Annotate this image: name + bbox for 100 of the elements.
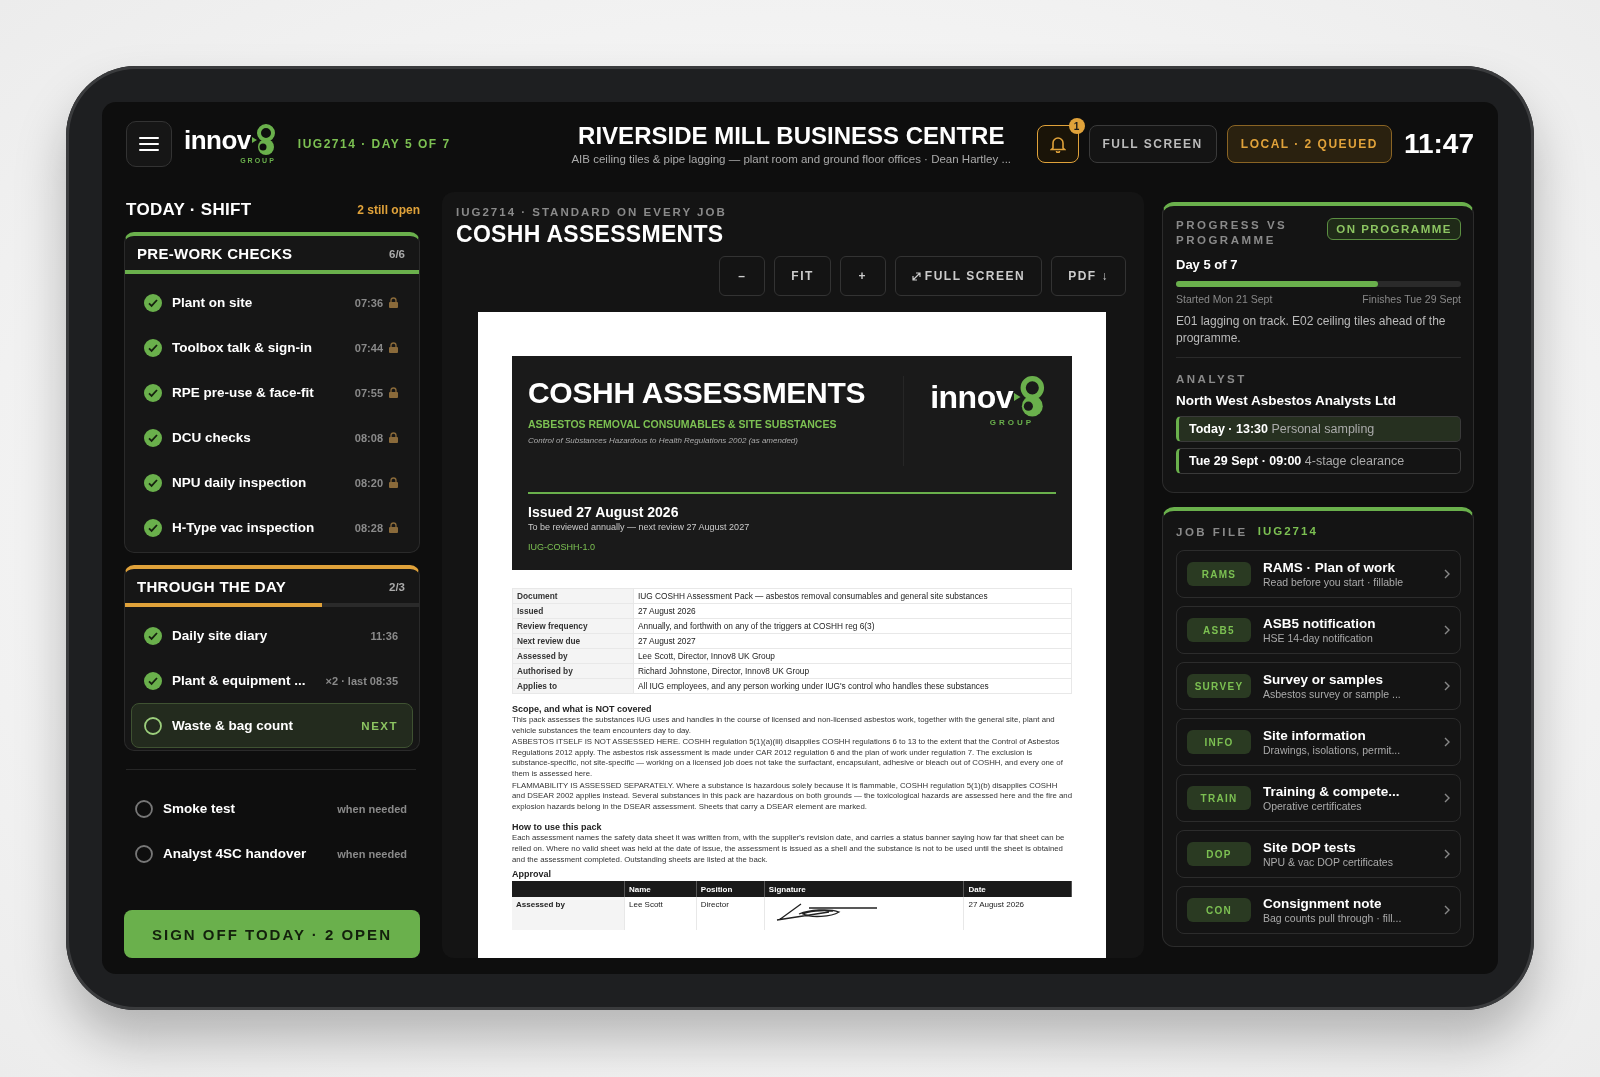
chevron-icon bbox=[1444, 849, 1450, 859]
table-cell: 27 August 2027 bbox=[633, 633, 1072, 649]
file-tag: DOP bbox=[1187, 842, 1251, 866]
checklist-item[interactable]: Toolbox talk & sign-in 07:44 bbox=[131, 325, 413, 370]
status-badge: ON PROGRAMME bbox=[1327, 218, 1461, 240]
column-header: Name bbox=[624, 881, 697, 898]
file-item[interactable]: INFO Site information Drawings, isolations, permit... bbox=[1176, 718, 1461, 766]
file-title: Survey or samples bbox=[1263, 672, 1385, 687]
file-subtitle: Operative certificates bbox=[1263, 800, 1363, 812]
file-subtitle: Bag counts pull through · fill... bbox=[1263, 912, 1403, 924]
document-code: IUG-COSHH-1.0 bbox=[528, 542, 596, 552]
file-title: Training & compete... bbox=[1263, 784, 1401, 799]
file-subtitle: Read before you start · fillable bbox=[1263, 576, 1405, 588]
chevron-icon bbox=[1444, 569, 1450, 579]
file-tag: ASB5 bbox=[1187, 618, 1251, 642]
checklist-item[interactable]: Plant on site 07:36 bbox=[131, 280, 413, 325]
file-item[interactable]: ASB5 ASB5 notification HSE 14-day notification bbox=[1176, 606, 1461, 654]
section-heading: Approval bbox=[512, 869, 552, 880]
table-cell: 27 August 2026 bbox=[963, 897, 1072, 931]
viewer-title: COSHH ASSESSMENTS bbox=[456, 221, 725, 248]
table-cell: Assessed by bbox=[512, 897, 625, 931]
file-item[interactable]: DOP Site DOP tests NPU & vac DOP certificates bbox=[1176, 830, 1461, 878]
chevron-icon bbox=[1444, 793, 1450, 803]
column-header: Signature bbox=[764, 881, 964, 898]
table-cell: 27 August 2026 bbox=[633, 603, 1072, 619]
logo-wordmark: innov bbox=[930, 381, 1013, 413]
table-cell: IUG COSHH Assessment Pack — asbestos removal consumables and general site substances bbox=[633, 588, 1072, 604]
job-reference: IUG2714 · DAY 5 OF 7 bbox=[297, 137, 451, 151]
file-item[interactable]: RAMS RAMS · Plan of work Read before you start · fillable bbox=[1176, 550, 1461, 598]
analyst-title: ANALYST bbox=[1176, 372, 1248, 387]
checklist-item[interactable]: Waste & bag count NEXT bbox=[131, 703, 413, 748]
sync-status-button[interactable]: LOCAL · 2 QUEUED bbox=[1226, 125, 1392, 163]
chevron-icon bbox=[1444, 737, 1450, 747]
file-title: ASB5 notification bbox=[1263, 616, 1377, 631]
chevron-icon bbox=[1444, 681, 1450, 691]
progress-title: PROGRESS VS PROGRAMME bbox=[1176, 218, 1289, 248]
table-cell: Lee Scott bbox=[624, 897, 697, 931]
toolbar-button[interactable]: PDF ↓ bbox=[1051, 256, 1126, 296]
file-subtitle: Asbestos survey or sample ... bbox=[1263, 688, 1402, 700]
checklist-item[interactable]: Smoke test when needed bbox=[126, 786, 416, 831]
table-cell: Lee Scott, Director, Innov8 UK Group bbox=[633, 648, 1072, 664]
file-tag: CON bbox=[1187, 898, 1251, 922]
file-tag: RAMS bbox=[1187, 562, 1251, 586]
section-heading: Scope, and what is NOT covered bbox=[512, 704, 653, 714]
sign-off-button[interactable]: SIGN OFF TODAY · 2 OPEN bbox=[124, 910, 420, 958]
table-cell: Annually, and forthwith on any of the triggers at COSHH reg 6(3) bbox=[633, 618, 1072, 634]
visit-item[interactable]: Tue 29 Sept · 09:00 4-stage clearance bbox=[1176, 448, 1461, 474]
file-title: Site information bbox=[1263, 728, 1367, 743]
checklist-item[interactable]: Plant & equipment ... ×2 · last 08:35 bbox=[131, 658, 413, 703]
checklist-item[interactable]: Analyst 4SC handover when needed bbox=[126, 831, 416, 876]
toolbar-button[interactable]: FIT bbox=[774, 256, 831, 296]
job-file-reference: IUG2714 bbox=[1257, 525, 1318, 539]
file-title: Consignment note bbox=[1263, 896, 1383, 911]
file-item[interactable]: SURVEY Survey or samples Asbestos survey or sample ... bbox=[1176, 662, 1461, 710]
logo-mark-icon bbox=[251, 124, 278, 156]
full-screen-button[interactable]: FULL SCREEN bbox=[1088, 125, 1217, 163]
job-file-title: JOB FILE bbox=[1176, 525, 1248, 540]
file-tag: SURVEY bbox=[1187, 674, 1251, 698]
group-count: 6/6 bbox=[389, 247, 405, 260]
checklist-item[interactable]: NPU daily inspection 08:20 bbox=[131, 460, 413, 505]
file-subtitle: NPU & vac DOP certificates bbox=[1263, 856, 1394, 868]
expand-icon bbox=[911, 271, 921, 281]
finish-date: Finishes Tue 29 Sept bbox=[1362, 293, 1461, 305]
open-count: 2 still open bbox=[357, 203, 420, 217]
group-title: PRE-WORK CHECKS bbox=[137, 245, 293, 262]
bell-icon bbox=[1049, 135, 1066, 153]
group-count: 2/3 bbox=[389, 580, 405, 593]
checklist-item[interactable]: DCU checks 08:08 bbox=[131, 415, 413, 460]
table-cell: Richard Johnstone, Director, Innov8 UK Group bbox=[633, 663, 1072, 679]
regulation-note: Control of Substances Hazardous to Health Regulations 2002 (as amended) bbox=[528, 436, 799, 445]
table-cell: Director bbox=[696, 897, 765, 931]
group-title: THROUGH THE DAY bbox=[137, 578, 286, 595]
checklist-item[interactable]: RPE pre-use & face-fit 07:55 bbox=[131, 370, 413, 415]
column-header: Position bbox=[696, 881, 765, 898]
visit-item[interactable]: Today · 13:30 Personal sampling bbox=[1176, 416, 1461, 442]
toolbar-button[interactable]: – bbox=[719, 256, 766, 296]
start-date: Started Mon 21 Sept bbox=[1176, 293, 1273, 305]
table-cell: All IUG employees, and any person working under IUG's control who handles these substances bbox=[633, 678, 1072, 694]
logo-wordmark: innov bbox=[184, 127, 251, 153]
notification-badge: 1 bbox=[1068, 118, 1085, 134]
document-subtitle: ASBESTOS REMOVAL CONSUMABLES & SITE SUBSTANCES bbox=[528, 418, 838, 430]
site-title: RIVERSIDE MILL BUSINESS CENTRE bbox=[578, 123, 1005, 150]
section-heading: How to use this pack bbox=[512, 822, 603, 833]
toolbar-button[interactable]: + bbox=[839, 256, 886, 296]
column-header: Date bbox=[963, 881, 1072, 898]
chevron-icon bbox=[1444, 625, 1450, 635]
site-subtitle: AIB ceiling tiles & pipe lagging — plant room and ground floor offices · Dean Hartley ... bbox=[571, 152, 1012, 165]
menu-icon bbox=[139, 137, 159, 151]
progress-note: E01 lagging on track. E02 ceiling tiles ahead of the programme. bbox=[1176, 313, 1447, 347]
file-subtitle: Drawings, isolations, permit... bbox=[1263, 744, 1402, 756]
full-screen-button[interactable]: FULL SCREEN bbox=[894, 256, 1043, 296]
file-item[interactable]: CON Consignment note Bag counts pull through · fill... bbox=[1176, 886, 1461, 934]
file-tag: TRAIN bbox=[1187, 786, 1251, 810]
chevron-icon bbox=[1444, 905, 1450, 915]
menu-button[interactable] bbox=[126, 121, 172, 167]
checklist-item[interactable]: Daily site diary 11:36 bbox=[131, 613, 413, 658]
checklist-item[interactable]: H-Type vac inspection 08:28 bbox=[131, 505, 413, 550]
analyst-company: North West Asbestos Analysts Ltd bbox=[1176, 393, 1398, 408]
file-item[interactable]: TRAIN Training & compete... Operative certificates bbox=[1176, 774, 1461, 822]
table-cell: Document bbox=[512, 588, 634, 604]
